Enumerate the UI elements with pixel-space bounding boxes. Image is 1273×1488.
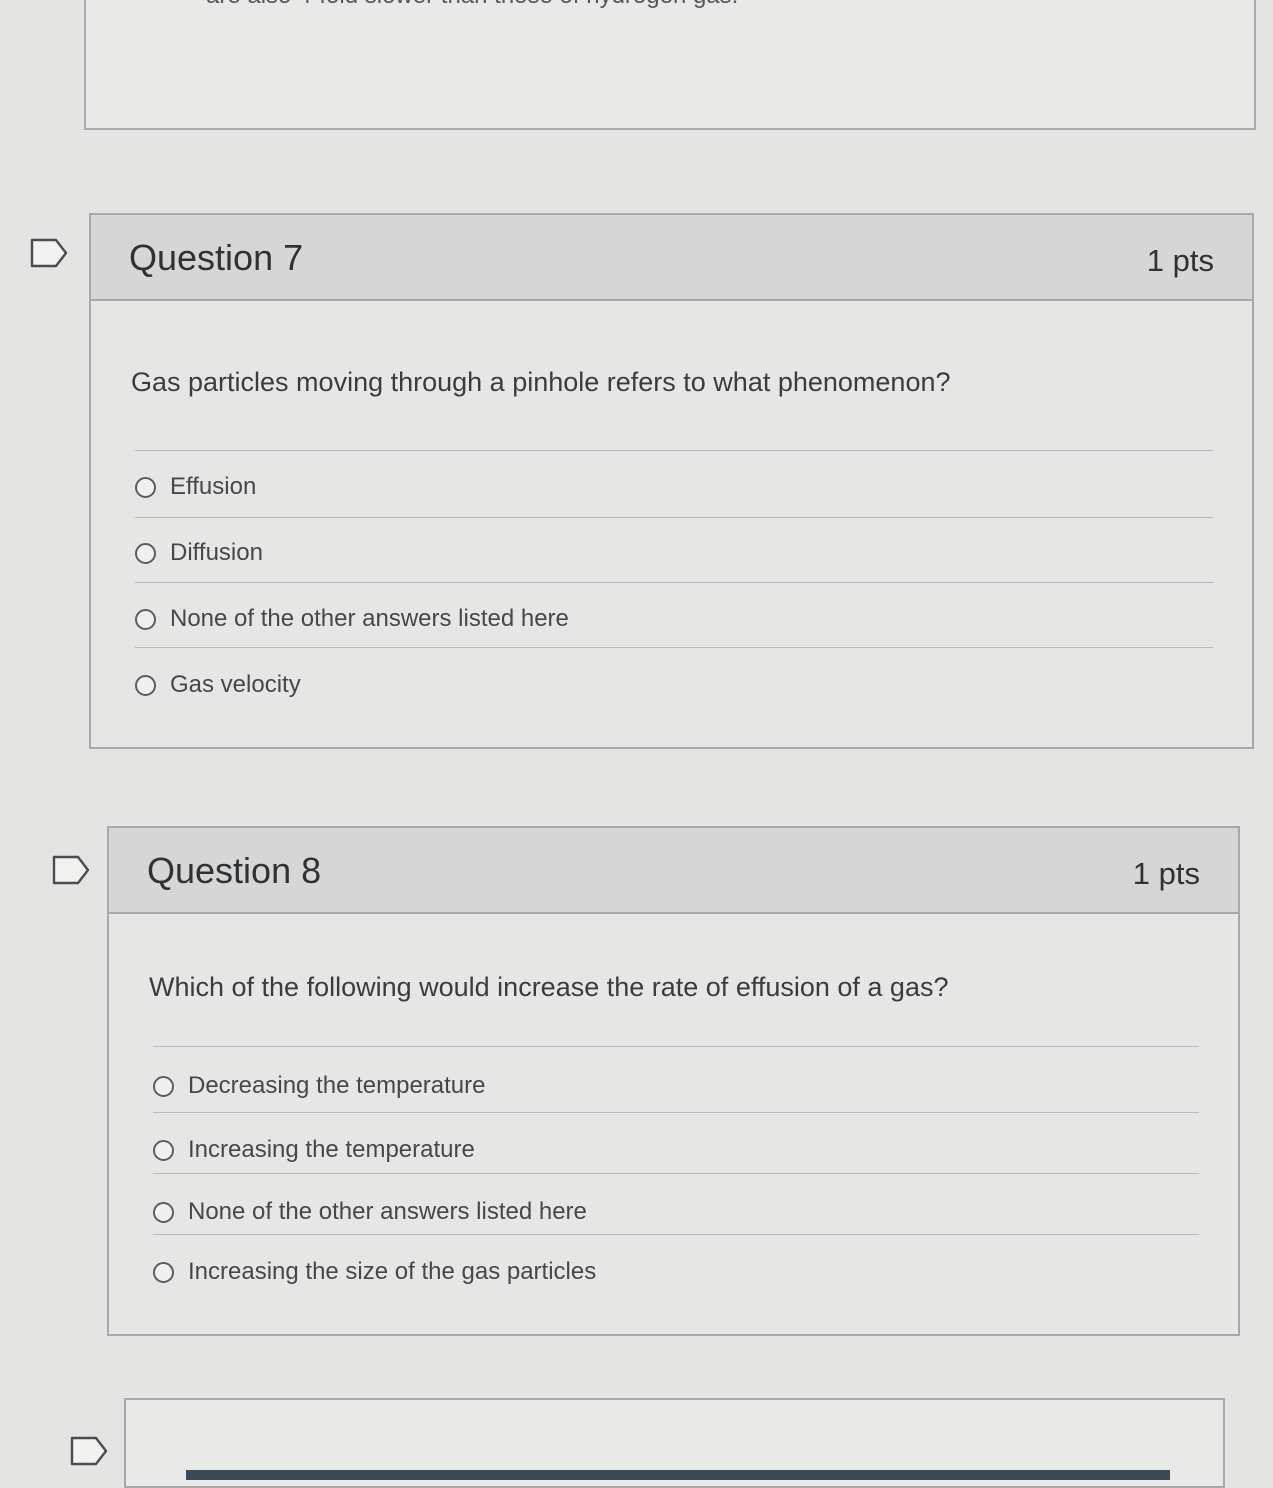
answer-label: Decreasing the temperature [188, 1072, 486, 1099]
answer-divider [135, 582, 1213, 583]
question-8-title: Question 8 [147, 850, 322, 891]
answer-label: Gas velocity [170, 671, 301, 698]
previous-question-text: are also 4-fold slower than those of hyd… [206, 0, 738, 10]
radio-button-icon[interactable] [135, 542, 156, 564]
previous-question-card: are also 4-fold slower than those of hyd… [84, 0, 1256, 130]
answer-divider [153, 1112, 1199, 1113]
answer-option-increasing-size[interactable]: Increasing the size of the gas particles [153, 1244, 596, 1300]
question-8-header: Question 8 1 pts [109, 828, 1238, 914]
radio-button-icon[interactable] [135, 674, 156, 696]
question-8-card: Question 8 1 pts Which of the following … [107, 826, 1240, 1336]
answer-divider [153, 1173, 1199, 1174]
answer-label: Effusion [170, 473, 257, 500]
next-question-card [124, 1398, 1225, 1488]
answer-divider [135, 450, 1213, 451]
question-7-prompt: Gas particles moving through a pinhole r… [131, 367, 951, 397]
next-question-image-edge [186, 1470, 1170, 1480]
answer-label: None of the other answers listed here [188, 1198, 587, 1225]
answer-label: Increasing the temperature [188, 1136, 475, 1163]
radio-button-icon[interactable] [153, 1261, 174, 1283]
radio-button-icon[interactable] [135, 608, 156, 630]
radio-button-icon[interactable] [153, 1139, 174, 1161]
flag-question-8-icon[interactable] [52, 855, 90, 885]
answer-option-none[interactable]: None of the other answers listed here [153, 1184, 587, 1240]
answer-divider [135, 647, 1213, 648]
answer-option-none[interactable]: None of the other answers listed here [135, 591, 569, 647]
answer-divider [153, 1234, 1199, 1235]
answer-option-diffusion[interactable]: Diffusion [135, 525, 263, 581]
answer-label: None of the other answers listed here [170, 605, 569, 632]
question-7-header: Question 7 1 pts [91, 215, 1252, 301]
answer-option-gas-velocity[interactable]: Gas velocity [135, 657, 301, 713]
radio-button-icon[interactable] [135, 476, 156, 498]
answer-label: Diffusion [170, 539, 263, 566]
answer-option-decreasing-temperature[interactable]: Decreasing the temperature [153, 1058, 486, 1114]
answer-divider [135, 517, 1213, 518]
radio-button-icon[interactable] [153, 1201, 174, 1223]
flag-question-7-icon[interactable] [30, 238, 68, 268]
answer-divider [153, 1046, 1199, 1047]
answer-option-increasing-temperature[interactable]: Increasing the temperature [153, 1122, 475, 1178]
question-7-points: 1 pts [1146, 243, 1214, 278]
quiz-page: are also 4-fold slower than those of hyd… [0, 0, 1273, 1488]
radio-button-icon[interactable] [153, 1075, 174, 1097]
question-7-title: Question 7 [129, 237, 304, 278]
answer-label: Increasing the size of the gas particles [188, 1258, 597, 1285]
answer-option-effusion[interactable]: Effusion [135, 459, 256, 515]
question-8-prompt: Which of the following would increase th… [149, 972, 949, 1002]
question-7-card: Question 7 1 pts Gas particles moving th… [89, 213, 1254, 749]
flag-next-question-icon[interactable] [70, 1436, 108, 1466]
question-8-points: 1 pts [1132, 856, 1200, 891]
